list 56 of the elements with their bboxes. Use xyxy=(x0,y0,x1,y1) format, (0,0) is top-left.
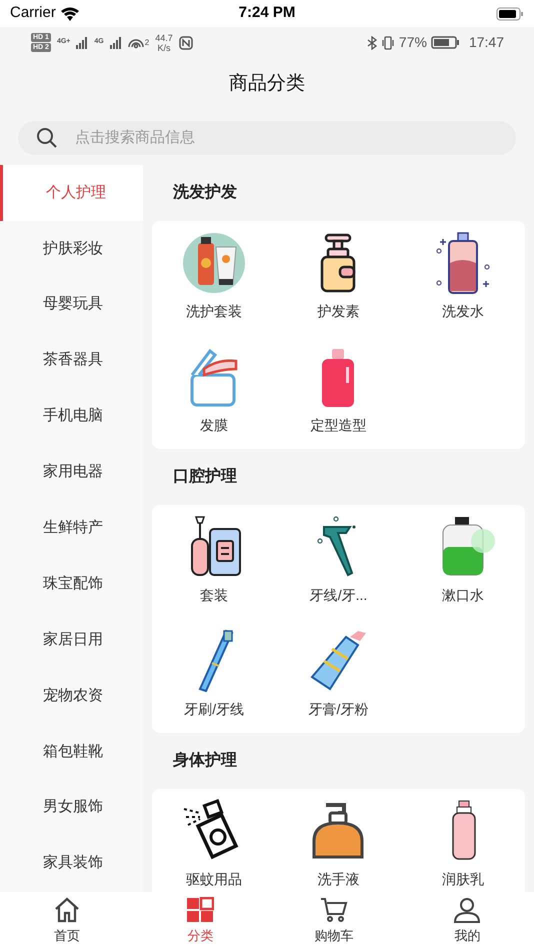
bottle-and-tube-icon xyxy=(182,231,246,295)
speed-value: 44.7 xyxy=(155,32,173,42)
product-label[interactable]: 润肤乳 xyxy=(442,869,484,890)
speed-unit: K/s xyxy=(157,42,170,52)
category-item[interactable]: 宠物农资 xyxy=(0,668,143,724)
hotspot-count: 2 xyxy=(144,36,150,48)
home-icon xyxy=(52,896,81,923)
tab-bar-item[interactable]: 我的 xyxy=(400,892,534,950)
battery-icon xyxy=(430,36,459,49)
product-label[interactable]: 定型造型 xyxy=(310,415,366,436)
product-label[interactable]: 驱蚊用品 xyxy=(186,869,242,890)
category-item[interactable]: 家用电器 xyxy=(0,444,143,500)
category-item[interactable]: 护肤彩妆 xyxy=(0,220,143,277)
category-item[interactable]: 生鲜特产 xyxy=(0,500,143,556)
product-label[interactable]: 套装 xyxy=(200,585,228,606)
search-icon xyxy=(36,126,58,148)
grid-icon xyxy=(186,896,214,923)
category-item[interactable]: 男女服饰 xyxy=(0,780,143,836)
signal-icon xyxy=(76,36,88,48)
cart-icon xyxy=(320,896,348,923)
signal-icon xyxy=(110,36,122,48)
product-label[interactable]: 洗发水 xyxy=(442,301,484,322)
hotspot-icon xyxy=(128,36,144,48)
page-title: 商品分类 xyxy=(229,72,305,96)
category-item[interactable]: 箱包鞋靴 xyxy=(0,724,143,780)
wifi-icon xyxy=(60,6,80,20)
product-label[interactable]: 护发素 xyxy=(317,301,360,322)
section-title: 洗发护发 xyxy=(173,182,237,203)
section-title: 身体护理 xyxy=(173,750,237,771)
category-item[interactable]: 家具装饰 xyxy=(0,836,143,892)
section-title: 口腔护理 xyxy=(173,466,237,487)
category-item[interactable]: 母婴玩具 xyxy=(0,276,143,333)
category-item[interactable]: 手机电脑 xyxy=(0,388,143,444)
tab-bar-item[interactable]: 购物车 xyxy=(267,892,400,950)
tab-bar-item[interactable]: 分类 xyxy=(134,892,267,950)
carrier-name: Carrier xyxy=(10,3,56,24)
vibrate-icon xyxy=(380,36,395,50)
search-field[interactable]: 点击搜索商品信息 xyxy=(18,120,516,154)
product-label[interactable]: 发膜 xyxy=(200,415,228,436)
clock-time: 7:24 PM xyxy=(238,3,296,24)
bluetooth-icon xyxy=(366,36,377,50)
category-item[interactable]: 家居日用 xyxy=(0,612,143,668)
battery-icon xyxy=(496,6,524,20)
product-label[interactable]: 洗护套装 xyxy=(186,301,242,322)
product-label[interactable]: 牙膏/牙粉 xyxy=(308,699,368,720)
product-label[interactable]: 洗手液 xyxy=(317,869,360,890)
category-item[interactable]: 茶香器具 xyxy=(0,332,143,389)
person-icon xyxy=(453,896,482,923)
nfc-icon xyxy=(178,36,193,50)
status-time: 17:47 xyxy=(468,33,504,52)
category-item[interactable]: 珠宝配饰 xyxy=(0,556,143,612)
product-label[interactable]: 牙刷/牙线 xyxy=(184,699,244,720)
tab-bar-item[interactable]: 首页 xyxy=(0,892,134,950)
product-label[interactable]: 漱口水 xyxy=(442,585,484,606)
battery-percent: 77% xyxy=(398,33,427,52)
product-label[interactable]: 牙线/牙... xyxy=(310,585,368,606)
